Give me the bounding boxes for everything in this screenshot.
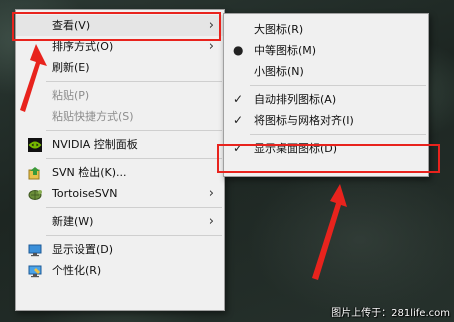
chevron-right-icon: › bbox=[208, 214, 214, 229]
menu-item-label: 大图标(R) bbox=[254, 23, 304, 36]
menu-item-new[interactable]: 新建(W) › bbox=[16, 211, 224, 232]
menu-item-paste: 粘贴(P) bbox=[16, 85, 224, 106]
tortoisesvn-icon bbox=[28, 187, 42, 201]
watermark-text: 图片上传于：281life.com bbox=[331, 308, 450, 319]
menu-item-view[interactable]: 查看(V) › bbox=[16, 15, 224, 36]
menu-item-label: 自动排列图标(A) bbox=[254, 93, 337, 106]
menu-item-svn-checkout[interactable]: SVN 检出(K)... bbox=[16, 162, 224, 183]
menu-item-display-settings[interactable]: 显示设置(D) bbox=[16, 239, 224, 260]
checkmark-icon: ✓ bbox=[233, 113, 244, 127]
menu-item-label: 个性化(R) bbox=[52, 264, 102, 277]
checkmark-icon: ✓ bbox=[233, 92, 244, 106]
submenu-item-align-to-grid[interactable]: ✓ 将图标与网格对齐(I) bbox=[224, 110, 428, 131]
menu-separator bbox=[46, 130, 222, 131]
menu-item-label: 新建(W) bbox=[52, 215, 94, 228]
menu-item-label: 将图标与网格对齐(I) bbox=[254, 114, 354, 127]
desktop-context-menu: 查看(V) › 排序方式(O) › 刷新(E) 粘贴(P) 粘贴快捷方式(S) … bbox=[15, 9, 225, 311]
submenu-item-auto-arrange[interactable]: ✓ 自动排列图标(A) bbox=[224, 89, 428, 110]
checkmark-icon: ✓ bbox=[233, 141, 244, 155]
menu-item-label: NVIDIA 控制面板 bbox=[52, 138, 138, 151]
menu-item-label: 查看(V) bbox=[52, 19, 91, 32]
menu-separator bbox=[250, 85, 426, 86]
view-submenu: 大图标(R) ● 中等图标(M) 小图标(N) ✓ 自动排列图标(A) ✓ 将图… bbox=[223, 13, 429, 177]
menu-item-tortoisesvn[interactable]: TortoiseSVN › bbox=[16, 183, 224, 204]
personalize-icon bbox=[28, 264, 42, 278]
chevron-right-icon: › bbox=[208, 18, 214, 33]
menu-separator bbox=[46, 207, 222, 208]
menu-item-label: 显示桌面图标(D) bbox=[254, 142, 338, 155]
menu-separator bbox=[46, 158, 222, 159]
nvidia-icon bbox=[28, 138, 42, 152]
submenu-item-medium-icons[interactable]: ● 中等图标(M) bbox=[224, 40, 428, 61]
menu-separator bbox=[46, 81, 222, 82]
menu-item-nvidia-control-panel[interactable]: NVIDIA 控制面板 bbox=[16, 134, 224, 155]
menu-item-label: 刷新(E) bbox=[52, 61, 90, 74]
submenu-item-small-icons[interactable]: 小图标(N) bbox=[224, 61, 428, 82]
menu-item-label: SVN 检出(K)... bbox=[52, 166, 127, 179]
menu-separator bbox=[46, 235, 222, 236]
menu-item-refresh[interactable]: 刷新(E) bbox=[16, 57, 224, 78]
menu-item-personalize[interactable]: 个性化(R) bbox=[16, 260, 224, 281]
menu-separator bbox=[250, 134, 426, 135]
chevron-right-icon: › bbox=[208, 186, 214, 201]
submenu-item-show-desktop-icons[interactable]: ✓ 显示桌面图标(D) bbox=[224, 138, 428, 159]
menu-item-label: 中等图标(M) bbox=[254, 44, 317, 57]
menu-item-label: 小图标(N) bbox=[254, 65, 304, 78]
menu-item-label: 排序方式(O) bbox=[52, 40, 114, 53]
radio-bullet-icon: ● bbox=[233, 43, 244, 57]
menu-item-label: 粘贴快捷方式(S) bbox=[52, 110, 134, 123]
menu-item-label: 显示设置(D) bbox=[52, 243, 114, 256]
menu-item-label: 粘贴(P) bbox=[52, 89, 90, 102]
menu-item-label: TortoiseSVN bbox=[52, 187, 118, 200]
menu-item-paste-shortcut: 粘贴快捷方式(S) bbox=[16, 106, 224, 127]
submenu-item-large-icons[interactable]: 大图标(R) bbox=[224, 19, 428, 40]
chevron-right-icon: › bbox=[208, 39, 214, 54]
menu-item-sort-by[interactable]: 排序方式(O) › bbox=[16, 36, 224, 57]
svn-checkout-icon bbox=[28, 166, 42, 180]
display-settings-icon bbox=[28, 243, 42, 257]
